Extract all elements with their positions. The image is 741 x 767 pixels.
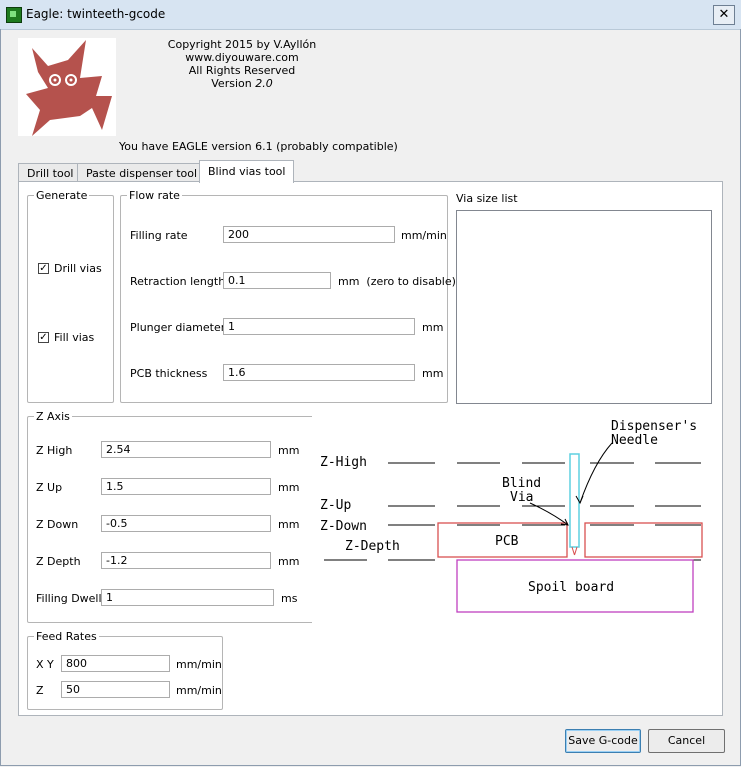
version-line: Version 2.0 bbox=[122, 77, 362, 90]
rights-text: All Rights Reserved bbox=[188, 64, 296, 77]
feed-z-field[interactable]: 50 bbox=[61, 681, 170, 698]
z-high-label: Z High bbox=[36, 444, 73, 457]
diagram-z-up-label: Z-Up bbox=[320, 498, 351, 513]
z-up-unit: mm bbox=[278, 481, 300, 494]
dispenser-needle bbox=[569, 453, 580, 548]
flow-rate-legend: Flow rate bbox=[129, 189, 180, 202]
filling-rate-unit: mm/min bbox=[401, 229, 447, 242]
feed-z-label: Z bbox=[36, 684, 44, 697]
z-high-field[interactable]: 2.54 bbox=[101, 441, 271, 458]
filling-rate-field[interactable]: 200 bbox=[223, 226, 395, 243]
diagram-z-depth-label: Z-Depth bbox=[345, 539, 400, 554]
filling-dwell-label: Filling Dwell bbox=[36, 592, 102, 605]
z-depth-field[interactable]: -1.2 bbox=[101, 552, 271, 569]
generate-group: Generate bbox=[27, 189, 114, 403]
pcb-thickness-unit: mm bbox=[422, 367, 444, 380]
spoil-board-label: Spoil board bbox=[528, 580, 614, 595]
z-depth-label: Z Depth bbox=[36, 555, 81, 568]
dispenser-label-line2: Needle bbox=[611, 433, 658, 448]
diagram-z-high-label: Z-High bbox=[320, 455, 367, 470]
dispenser-label-line1: Dispenser's bbox=[611, 419, 697, 434]
feed-xy-field[interactable]: 800 bbox=[61, 655, 170, 672]
retraction-length-unit: mm (zero to disable) bbox=[338, 275, 456, 288]
feed-rates-legend: Feed Rates bbox=[36, 630, 97, 643]
filling-rate-label: Filling rate bbox=[130, 229, 188, 242]
pcb-thickness-field[interactable]: 1.6 bbox=[223, 364, 415, 381]
plunger-diameter-label: Plunger diameter bbox=[130, 321, 226, 334]
z-down-field[interactable]: -0.5 bbox=[101, 515, 271, 532]
eagle-version-status: You have EAGLE version 6.1 (probably com… bbox=[119, 140, 398, 153]
via-size-list[interactable] bbox=[456, 210, 712, 404]
retraction-length-label: Retraction length bbox=[130, 275, 226, 288]
close-button[interactable]: ✕ bbox=[713, 5, 735, 25]
via-size-list-label: Via size list bbox=[456, 192, 518, 205]
z-axis-legend: Z Axis bbox=[36, 410, 70, 423]
copyright-block: Copyright 2015 by V.Ayllón www.diyouware… bbox=[122, 38, 362, 90]
z-depth-unit: mm bbox=[278, 555, 300, 568]
version-prefix: Version bbox=[211, 77, 252, 90]
drill-vias-checkbox[interactable]: ✓ bbox=[38, 263, 49, 274]
save-gcode-button[interactable]: Save G-code bbox=[565, 729, 641, 753]
fill-vias-label: Fill vias bbox=[54, 331, 95, 344]
tab-drill-tool[interactable]: Drill tool bbox=[18, 163, 83, 183]
tab-paste-dispenser-tool[interactable]: Paste dispenser tool bbox=[77, 163, 207, 183]
filling-dwell-field[interactable]: 1 bbox=[101, 589, 274, 606]
feed-z-unit: mm/min bbox=[176, 684, 222, 697]
window-title: Eagle: twinteeth-gcode bbox=[26, 7, 166, 21]
tab-blind-vias-tool[interactable]: Blind vias tool bbox=[199, 160, 295, 183]
z-up-field[interactable]: 1.5 bbox=[101, 478, 271, 495]
feed-xy-label: X Y bbox=[36, 658, 54, 671]
pcb-right-block bbox=[584, 522, 703, 558]
filling-dwell-unit: ms bbox=[281, 592, 298, 605]
z-down-label: Z Down bbox=[36, 518, 79, 531]
diyouware-logo bbox=[18, 38, 116, 136]
feed-xy-unit: mm/min bbox=[176, 658, 222, 671]
logo-creature-body bbox=[26, 40, 112, 136]
copyright-text: Copyright 2015 by V.Ayllón www.diyouware… bbox=[167, 38, 317, 64]
blind-via-label-line2: Via bbox=[510, 490, 533, 505]
needle-arrow bbox=[575, 442, 613, 505]
fill-vias-checkbox[interactable]: ✓ bbox=[38, 332, 49, 343]
drill-vias-label: Drill vias bbox=[54, 262, 102, 275]
pcb-thickness-label: PCB thickness bbox=[130, 367, 208, 380]
plunger-diameter-field[interactable]: 1 bbox=[223, 318, 415, 335]
eagle-app-icon bbox=[6, 7, 22, 23]
cancel-button[interactable]: Cancel bbox=[648, 729, 725, 753]
diagram-z-down-label: Z-Down bbox=[320, 519, 367, 534]
z-down-unit: mm bbox=[278, 518, 300, 531]
z-up-label: Z Up bbox=[36, 481, 63, 494]
retraction-length-field[interactable]: 0.1 bbox=[223, 272, 331, 289]
generate-legend: Generate bbox=[36, 189, 88, 202]
blind-via-diagram: Z-High Z-Up Z-Down Z-Depth Dispenser's N… bbox=[312, 408, 712, 623]
plunger-diameter-unit: mm bbox=[422, 321, 444, 334]
version-number: 2.0 bbox=[255, 77, 273, 90]
pcb-label: PCB bbox=[495, 534, 519, 549]
z-high-unit: mm bbox=[278, 444, 300, 457]
blind-via-label-line1: Blind bbox=[502, 476, 541, 491]
